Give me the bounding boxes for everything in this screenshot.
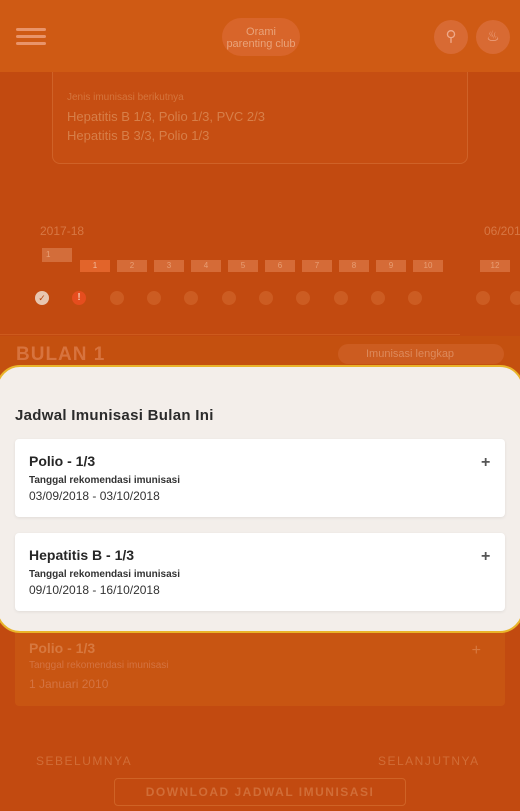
next-button[interactable]: SELANJUTNYA (378, 754, 480, 768)
top-app-bar: Orami parenting club ⚲ ♨ (0, 0, 520, 72)
month-chip[interactable]: 4 (191, 260, 221, 272)
timeline-dot[interactable] (259, 291, 273, 305)
timeline-dot[interactable] (334, 291, 348, 305)
vaccine-card[interactable]: Hepatitis B - 1/3 Tanggal rekomendasi im… (15, 533, 505, 611)
month-chip[interactable]: 12 (480, 260, 510, 272)
month-chip[interactable]: 8 (339, 260, 369, 272)
timeline-dot[interactable] (296, 291, 310, 305)
vaccine-card[interactable]: Polio - 1/3 Tanggal rekomendasi imunisas… (15, 439, 505, 517)
timeline-dot[interactable] (222, 291, 236, 305)
background-vaccine-card[interactable]: Polio - 1/3 Tanggal rekomendasi imunisas… (15, 628, 505, 706)
vaccine-subtitle: Tanggal rekomendasi imunisasi (29, 475, 180, 486)
bell-icon[interactable]: ♨ (476, 20, 510, 54)
timeline-dot[interactable] (510, 291, 520, 305)
timeline-start-date: 2017-18 (40, 224, 85, 238)
complete-status-badge: Imunisasi lengkap (338, 344, 504, 364)
month-chip[interactable]: 1 (80, 260, 110, 272)
popup-title: Jadwal Imunisasi Bulan Ini (15, 407, 214, 424)
next-immunization-card: Jenis imunisasi berikutnya Hepatitis B 1… (52, 72, 468, 164)
timeline-divider (0, 334, 460, 335)
vaccine-date: 1 Januari 2010 (29, 677, 109, 691)
month-chip[interactable]: 5 (228, 260, 258, 272)
next-immunization-label: Jenis imunisasi berikutnya (67, 92, 184, 103)
timeline-dot[interactable] (110, 291, 124, 305)
month-chip[interactable]: 6 (265, 260, 295, 272)
timeline-dot[interactable] (371, 291, 385, 305)
plus-icon[interactable]: + (472, 642, 481, 660)
timeline-dot[interactable] (184, 291, 198, 305)
vaccine-name: Polio - 1/3 (29, 640, 96, 656)
vaccine-name: Polio - 1/3 (29, 453, 96, 469)
timeline-dot[interactable] (408, 291, 422, 305)
menu-icon[interactable] (16, 28, 46, 45)
month-chip[interactable]: 10 (413, 260, 443, 272)
search-icon[interactable]: ⚲ (434, 20, 468, 54)
timeline-end-date: 06/2019 (484, 224, 520, 238)
vaccine-date-range: 03/09/2018 - 03/10/2018 (29, 489, 160, 503)
month-title: BULAN 1 (16, 344, 106, 365)
app-logo[interactable]: Orami parenting club (222, 18, 300, 56)
month-chip[interactable]: 9 (376, 260, 406, 272)
plus-icon[interactable]: + (481, 549, 490, 565)
month-chip[interactable]: 3 (154, 260, 184, 272)
current-month-flag: 1 (42, 248, 72, 262)
month-chip[interactable]: 2 (117, 260, 147, 272)
vaccine-subtitle: Tanggal rekomendasi imunisasi (29, 660, 169, 671)
vaccine-date-range: 09/10/2018 - 16/10/2018 (29, 583, 160, 597)
alert-icon[interactable]: ! (72, 291, 86, 305)
timeline-dot[interactable] (147, 291, 161, 305)
month-chip[interactable]: 7 (302, 260, 332, 272)
check-icon[interactable]: ✓ (35, 291, 49, 305)
vaccine-subtitle: Tanggal rekomendasi imunisasi (29, 569, 180, 580)
next-immunization-line: Hepatitis B 1/3, Polio 1/3, PVC 2/3 (67, 109, 265, 124)
download-schedule-button[interactable]: DOWNLOAD JADWAL IMUNISASI (114, 778, 406, 806)
vaccine-name: Hepatitis B - 1/3 (29, 547, 135, 563)
next-immunization-line: Hepatitis B 3/3, Polio 1/3 (67, 128, 210, 143)
previous-button[interactable]: SEBELUMNYA (36, 754, 132, 768)
plus-icon[interactable]: + (481, 455, 490, 471)
timeline-dot[interactable] (476, 291, 490, 305)
